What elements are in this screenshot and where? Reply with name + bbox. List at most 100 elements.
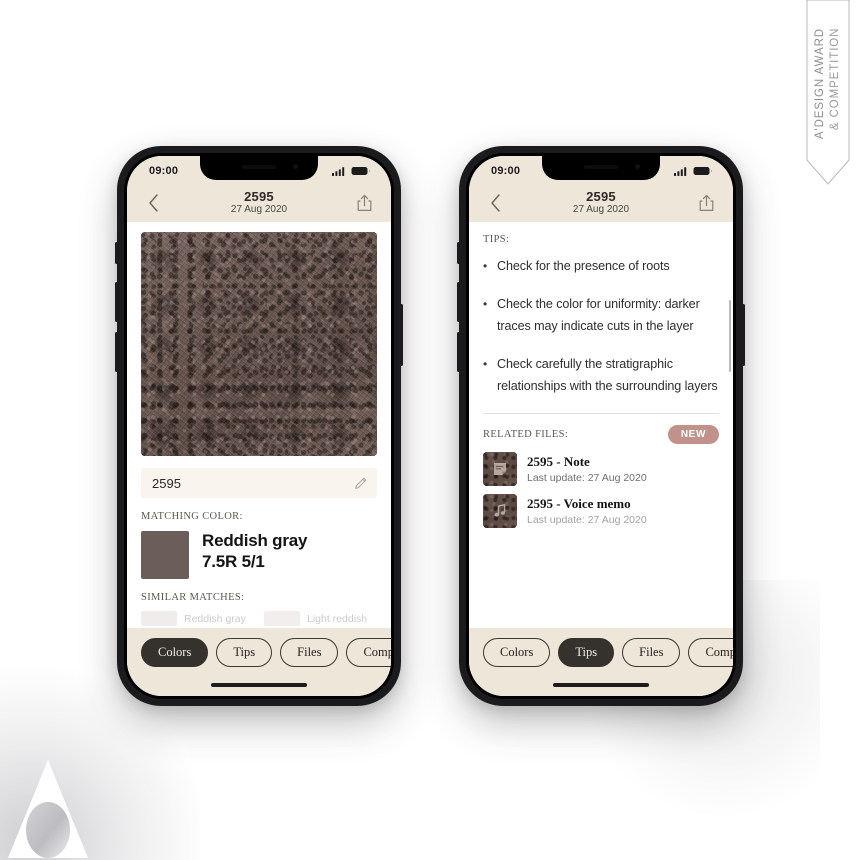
award-line-1: A'DESIGN AWARD [814,28,826,140]
music-note-icon [494,503,506,517]
tip-item: • Check the color for uniformity: darker… [483,293,719,337]
page-subtitle-date: 27 Aug 2020 [572,204,630,216]
vertical-scrollbar[interactable] [729,300,731,372]
tab-bar-left: Colors Tips Files Compare [127,628,391,696]
soil-sample-photo[interactable] [141,232,377,456]
power-button[interactable] [400,304,403,366]
matching-color-row: Reddish gray 7.5R 5/1 [141,531,377,579]
matching-color-text: Reddish gray 7.5R 5/1 [202,531,307,572]
bullet-icon: • [483,357,488,371]
file-thumbnail [483,494,517,528]
tab-files[interactable]: Files [280,638,339,667]
bullet-icon: • [483,297,488,311]
front-camera-icon [635,164,640,169]
battery-full-icon [351,167,370,175]
phone-bezel-left: 09:00 2595 27 Aug 2020 2595 MATCHING COL… [124,153,394,699]
file-name: 2595 - Voice memo [527,496,631,512]
note-document-icon [494,463,506,475]
power-button[interactable] [742,304,745,366]
share-up-icon [358,194,372,211]
matching-color-swatch [141,531,189,579]
tab-compare[interactable]: Compare [346,638,391,667]
tab-list: Colors Tips Files Compare [483,638,733,667]
nav-bar-right: 2595 27 Aug 2020 [469,186,733,222]
sample-name-input[interactable]: 2595 [141,468,377,498]
award-line-2: & COMPETITION [829,28,841,131]
silent-switch[interactable] [115,242,118,264]
phone-screen-right: 09:00 2595 27 Aug 2020 TIPS: • Check for… [469,156,733,696]
tab-compare[interactable]: Compare [688,638,733,667]
signal-bars-icon [674,167,687,176]
tab-tips[interactable]: Tips [558,638,615,667]
chevron-left-icon [490,194,500,212]
volume-up-button[interactable] [457,282,460,322]
tip-item: • Check carefully the stratigraphic rela… [483,353,719,397]
tab-colors[interactable]: Colors [483,638,551,667]
tab-colors[interactable]: Colors [141,638,209,667]
matching-color-code: 7.5R 5/1 [202,551,265,571]
share-up-icon [700,194,714,211]
similar-swatch [264,611,300,626]
pencil-edit-icon[interactable] [354,476,368,490]
volume-down-button[interactable] [457,332,460,372]
screenshot-canvas: A'DESIGN AWARD & COMPETITION 09:00 2595 … [0,0,860,860]
file-last-update: Last update: 27 Aug 2020 [527,513,647,526]
tip-item: • Check for the presence of roots [483,255,719,277]
tip-text: Check for the presence of roots [497,259,670,273]
a-mark-logo-icon [8,760,88,858]
signal-bars-icon [332,167,345,176]
tip-text: Check the color for uniformity: darker t… [497,297,700,333]
home-indicator[interactable] [553,683,649,687]
matching-color-label: MATCHING COLOR: [141,511,243,522]
related-files-header: RELATED FILES: NEW [483,425,719,444]
similar-match-item[interactable]: Light reddish [264,611,377,626]
phone-mockup-right: 09:00 2595 27 Aug 2020 TIPS: • Check for… [457,146,745,706]
notch-left [200,156,318,180]
front-camera-icon [293,164,298,169]
similar-match-item[interactable]: Reddish gray [141,611,254,626]
similar-swatch [141,611,177,626]
notch-right [542,156,660,180]
battery-full-icon [693,167,712,175]
file-thumbnail [483,452,517,486]
matching-color-name: Reddish gray [202,531,308,550]
content-colors-tab: 2595 MATCHING COLOR: Reddish gray 7.5R 5… [127,222,391,628]
list-item[interactable]: 2595 - Voice memo Last update: 27 Aug 20… [483,494,719,528]
share-button[interactable] [353,194,377,212]
tab-tips[interactable]: Tips [216,638,273,667]
earpiece-speaker [584,165,618,169]
section-divider [483,413,719,414]
tab-files[interactable]: Files [622,638,681,667]
silent-switch[interactable] [457,242,460,264]
nav-title-block: 2595 27 Aug 2020 [573,190,629,216]
status-indicators [674,166,713,176]
file-name: 2595 - Note [527,454,590,470]
back-button[interactable] [141,194,165,212]
share-button[interactable] [695,194,719,212]
tips-scroll-area[interactable]: TIPS: • Check for the presence of roots … [469,222,733,628]
page-title: 2595 [586,189,616,205]
file-text-block: 2595 - Voice memo Last update: 27 Aug 20… [527,496,647,526]
tab-bar-right: Colors Tips Files Compare [469,628,733,696]
phone-bezel-right: 09:00 2595 27 Aug 2020 TIPS: • Check for… [466,153,736,699]
soil-texture [141,232,377,456]
content-tips-tab: TIPS: • Check for the presence of roots … [469,222,733,628]
file-text-block: 2595 - Note Last update: 27 Aug 2020 [527,454,647,484]
similar-name: Light reddish [307,612,368,625]
similar-matches-row: Reddish gray Light reddish [141,611,377,626]
back-button[interactable] [483,194,507,212]
volume-up-button[interactable] [115,282,118,322]
phone-mockup-left: 09:00 2595 27 Aug 2020 2595 MATCHING COL… [115,146,403,706]
tip-text: Check carefully the stratigraphic relati… [497,357,718,393]
list-item[interactable]: 2595 - Note Last update: 27 Aug 2020 [483,452,719,486]
volume-down-button[interactable] [115,332,118,372]
tips-label: TIPS: [483,234,510,245]
sample-name-value: 2595 [152,475,181,491]
a-mark-logo [4,758,90,858]
new-badge[interactable]: NEW [667,425,719,444]
home-indicator[interactable] [211,683,307,687]
tab-list: Colors Tips Files Compare [141,638,391,667]
file-last-update: Last update: 27 Aug 2020 [527,471,647,484]
similar-matches-label: SIMILAR MATCHES: [141,592,245,603]
award-ribbon-text: A'DESIGN AWARD & COMPETITION [813,28,843,139]
